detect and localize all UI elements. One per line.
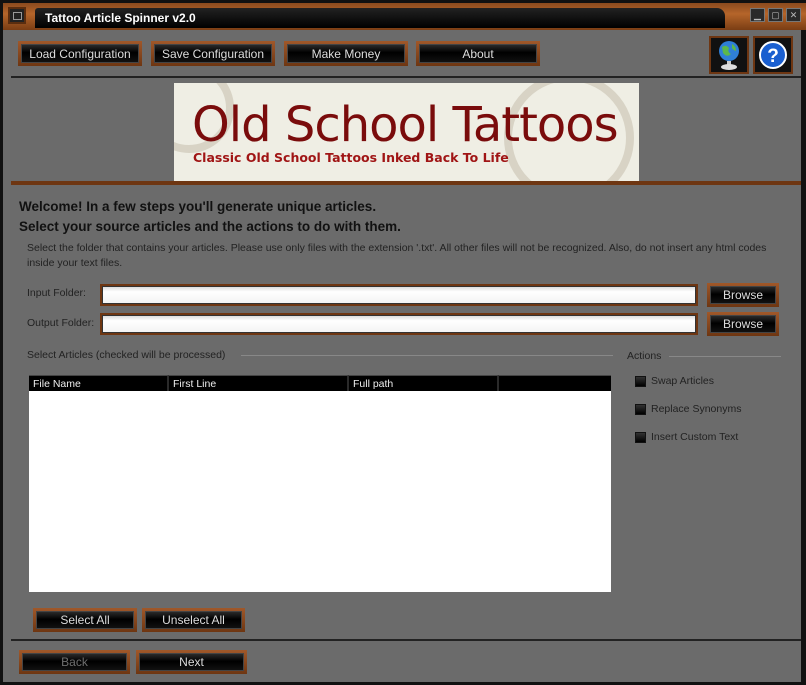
instructions-heading: Select your source articles and the acti… — [19, 219, 401, 234]
select-all-button[interactable]: Select All — [33, 608, 137, 632]
actions-group-label: Actions — [627, 350, 662, 362]
input-folder-field-frame — [100, 284, 698, 306]
column-file-name[interactable]: File Name — [29, 375, 169, 391]
output-folder-field[interactable] — [102, 315, 696, 333]
insert-custom-text-label: Insert Custom Text — [651, 431, 739, 443]
insert-custom-text-checkbox[interactable]: Insert Custom Text — [635, 431, 738, 443]
articles-list[interactable]: File Name First Line Full path — [29, 375, 611, 592]
back-label: Back — [22, 653, 127, 671]
system-menu-button[interactable] — [8, 7, 26, 24]
minimize-icon: ▁ — [754, 9, 761, 20]
input-folder-label: Input Folder: — [27, 287, 86, 299]
maximize-button[interactable]: ▢ — [768, 8, 783, 22]
swap-articles-checkbox[interactable]: Swap Articles — [635, 375, 714, 387]
about-label: About — [419, 44, 537, 63]
app-window: Tattoo Article Spinner v2.0 ▁ ▢ ✕ Load C… — [0, 0, 806, 685]
close-icon: ✕ — [789, 9, 798, 20]
window-icon — [12, 11, 22, 20]
unselect-all-button[interactable]: Unselect All — [142, 608, 245, 632]
load-configuration-button[interactable]: Load Configuration — [18, 41, 142, 66]
back-button[interactable]: Back — [19, 650, 130, 674]
articles-group-label: Select Articles (checked will be process… — [27, 349, 226, 361]
divider — [241, 355, 613, 356]
browse-label: Browse — [710, 286, 776, 304]
input-folder-field[interactable] — [102, 286, 696, 304]
banner-subtitle: Classic Old School Tattoos Inked Back To… — [193, 150, 509, 165]
replace-synonyms-checkbox[interactable]: Replace Synonyms — [635, 403, 741, 415]
column-full-path[interactable]: Full path — [349, 375, 499, 391]
save-configuration-button[interactable]: Save Configuration — [151, 41, 275, 66]
banner-title: Old School Tattoos — [192, 97, 619, 153]
help-icon: ? — [759, 41, 787, 69]
globe-icon — [719, 41, 739, 70]
next-button[interactable]: Next — [136, 650, 247, 674]
make-money-button[interactable]: Make Money — [284, 41, 408, 66]
next-label: Next — [139, 653, 244, 671]
replace-synonyms-label: Replace Synonyms — [651, 403, 742, 415]
help-button[interactable]: ? — [753, 36, 793, 74]
instructions-note: Select the folder that contains your art… — [27, 242, 767, 269]
unselect-all-label: Unselect All — [145, 611, 242, 629]
divider — [669, 356, 781, 357]
welcome-heading: Welcome! In a few steps you'll generate … — [19, 199, 377, 214]
title-bar[interactable]: Tattoo Article Spinner v2.0 ▁ ▢ ✕ — [3, 3, 806, 30]
output-folder-label: Output Folder: — [27, 317, 95, 329]
website-button[interactable] — [709, 36, 749, 74]
minimize-button[interactable]: ▁ — [750, 8, 765, 22]
close-button[interactable]: ✕ — [786, 8, 801, 22]
swap-articles-label: Swap Articles — [651, 375, 715, 387]
maximize-icon: ▢ — [771, 9, 780, 20]
select-all-label: Select All — [36, 611, 134, 629]
list-header: File Name First Line Full path — [29, 375, 611, 391]
output-browse-button[interactable]: Browse — [707, 312, 779, 336]
about-button[interactable]: About — [416, 41, 540, 66]
output-folder-field-frame — [100, 313, 698, 335]
column-extra[interactable] — [499, 375, 611, 391]
svg-text:?: ? — [767, 46, 779, 67]
checkbox-icon — [635, 403, 646, 415]
checkbox-icon — [635, 375, 646, 387]
window-title: Tattoo Article Spinner v2.0 — [45, 11, 196, 25]
input-browse-button[interactable]: Browse — [707, 283, 779, 307]
banner-image: Old School Tattoos Classic Old School Ta… — [174, 83, 639, 181]
make-money-label: Make Money — [287, 44, 405, 63]
load-configuration-label: Load Configuration — [21, 44, 139, 63]
column-first-line[interactable]: First Line — [169, 375, 349, 391]
browse-label: Browse — [710, 315, 776, 333]
save-configuration-label: Save Configuration — [154, 44, 272, 63]
checkbox-icon — [635, 431, 646, 443]
